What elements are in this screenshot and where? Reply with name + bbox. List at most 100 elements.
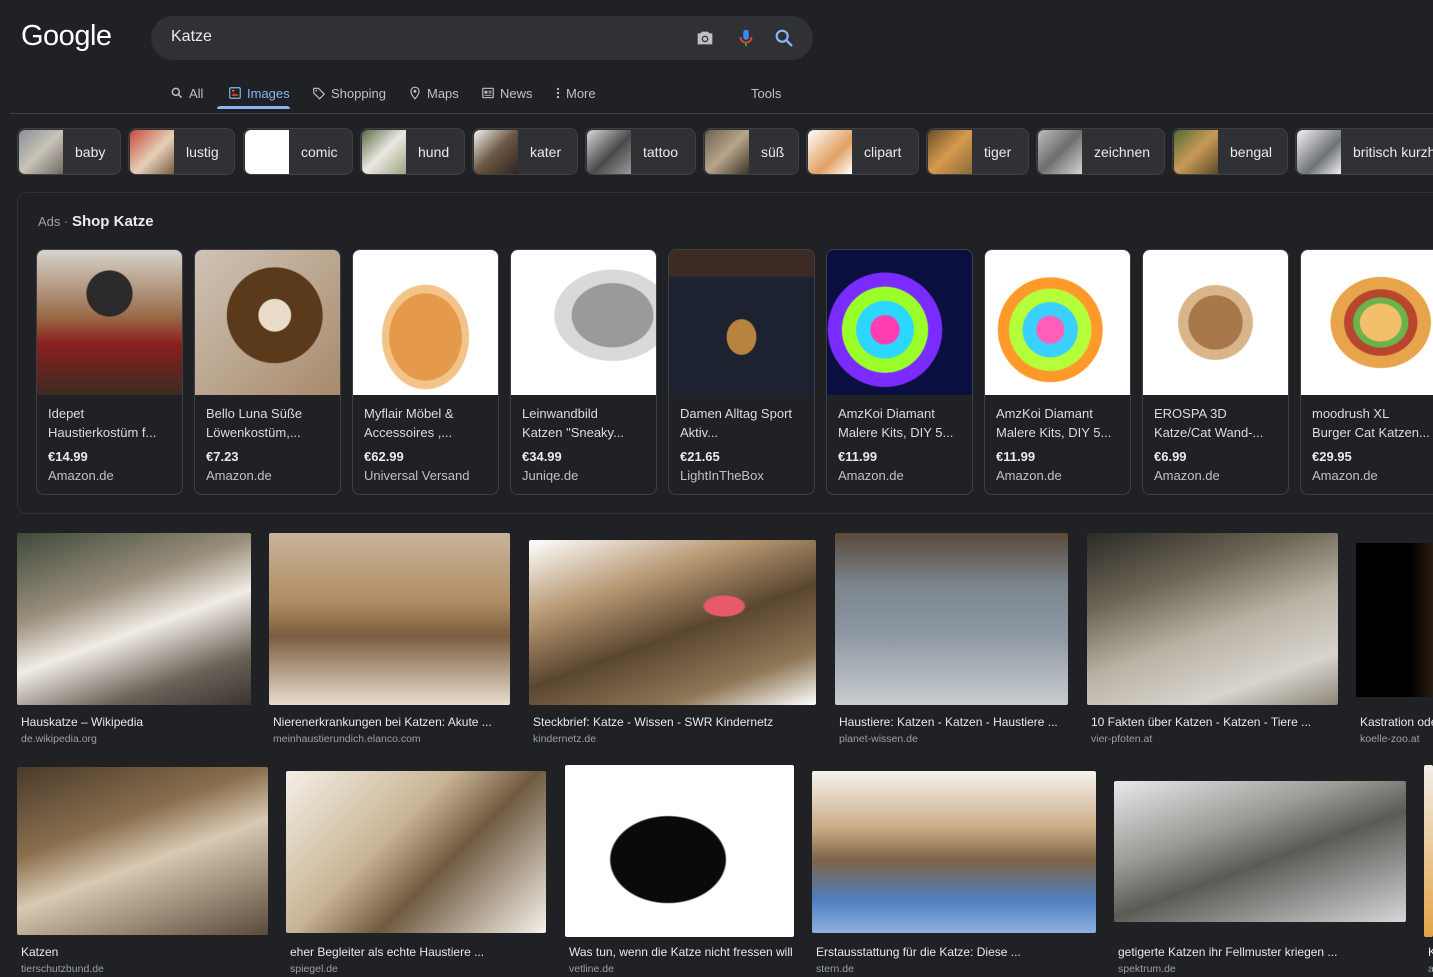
product-price: €29.95 bbox=[1312, 449, 1352, 464]
image-result[interactable]: eher Begleiter als echte Haustiere ... s… bbox=[286, 771, 546, 977]
result-title: eher Begleiter als echte Haustiere ... bbox=[290, 945, 485, 959]
chip-thumbnail bbox=[587, 129, 631, 174]
product-title: Idepet Haustierkostüm f... bbox=[48, 406, 157, 440]
chip-thumbnail bbox=[1297, 129, 1341, 174]
result-source: kindernetz.de bbox=[533, 733, 597, 745]
chip-clipart[interactable]: clipart bbox=[806, 128, 919, 175]
image-result[interactable]: K a bbox=[1424, 765, 1433, 977]
product-seller: Amazon.de bbox=[1312, 468, 1378, 483]
chip-tiger[interactable]: tiger bbox=[926, 128, 1029, 175]
product-seller: Amazon.de bbox=[206, 468, 272, 483]
chip-thumbnail bbox=[1038, 129, 1082, 174]
result-image bbox=[286, 771, 546, 933]
microphone-icon[interactable] bbox=[735, 27, 757, 49]
product-image bbox=[195, 250, 340, 395]
chip-britisch-kurzhaar[interactable]: britisch kurzhaar bbox=[1295, 128, 1433, 175]
result-title: Hauskatze – Wikipedia bbox=[21, 715, 144, 729]
chip-thumbnail bbox=[928, 129, 972, 174]
image-result[interactable]: Haustiere: Katzen - Katzen - Haustiere .… bbox=[835, 533, 1068, 748]
chip-thumbnail bbox=[808, 129, 852, 174]
chip-thumbnail bbox=[474, 129, 518, 174]
chip-bengal[interactable]: bengal bbox=[1172, 128, 1288, 175]
tab-images[interactable]: Images bbox=[228, 82, 290, 104]
camera-icon[interactable] bbox=[694, 27, 716, 49]
ad-card[interactable]: Bello Luna Süße Löwenkostüm,... €7.23 Ama… bbox=[194, 249, 341, 495]
google-logo[interactable]: Google bbox=[21, 20, 112, 53]
result-source: de.wikipedia.org bbox=[21, 733, 97, 745]
ad-card[interactable]: moodrush XL Burger Cat Katzen... €29.95 A… bbox=[1300, 249, 1433, 495]
image-result[interactable]: Nierenerkrankungen bei Katzen: Akute ...… bbox=[269, 533, 510, 748]
result-source: spektrum.de bbox=[1118, 963, 1176, 975]
product-price: €7.23 bbox=[206, 449, 239, 464]
product-image bbox=[985, 250, 1130, 395]
result-image bbox=[17, 533, 251, 705]
ad-card[interactable]: Leinwandbild Katzen "Sneaky... €34.99 Jun… bbox=[510, 249, 657, 495]
chip-suess[interactable]: süß bbox=[703, 128, 799, 175]
chip-hund[interactable]: hund bbox=[360, 128, 465, 175]
product-title: Bello Luna Süße Löwenkostüm,... bbox=[206, 406, 303, 440]
search-icon[interactable] bbox=[773, 27, 795, 49]
product-title: AmzKoi Diamant Malere Kits, DIY 5... bbox=[838, 406, 954, 440]
related-search-chips: baby lustig comic hund kater tattoo süß … bbox=[17, 128, 1433, 176]
product-image bbox=[1143, 250, 1288, 395]
result-title: Kastration oder bbox=[1360, 715, 1433, 729]
chip-zeichnen[interactable]: zeichnen bbox=[1036, 128, 1165, 175]
chip-thumbnail bbox=[19, 129, 63, 174]
product-title: AmzKoi Diamant Malere Kits, DIY 5... bbox=[996, 406, 1112, 440]
result-source: vetline.de bbox=[569, 963, 614, 975]
image-result[interactable]: Was tun, wenn die Katze nicht fressen wi… bbox=[565, 765, 794, 977]
tab-all[interactable]: All bbox=[170, 82, 203, 104]
ad-card[interactable]: AmzKoi Diamant Malere Kits, DIY 5... €11.… bbox=[826, 249, 973, 495]
chip-thumbnail bbox=[705, 129, 749, 174]
product-image bbox=[511, 250, 656, 395]
ad-card[interactable]: Idepet Haustierkostüm f... €14.99 Amazon.… bbox=[36, 249, 183, 495]
header: Google Katze bbox=[10, 4, 1433, 114]
product-title: EROSPA 3D Katze/Cat Wand-... bbox=[1154, 406, 1264, 440]
product-price: €21.65 bbox=[680, 449, 720, 464]
map-pin-icon bbox=[410, 86, 420, 100]
shopping-ads: Ads · Shop Katze Idepet Haustierkostüm f.… bbox=[17, 192, 1433, 514]
product-title: moodrush XL Burger Cat Katzen... bbox=[1312, 406, 1430, 440]
product-price: €14.99 bbox=[48, 449, 88, 464]
product-image bbox=[669, 250, 814, 395]
product-seller: Amazon.de bbox=[996, 468, 1062, 483]
product-image bbox=[827, 250, 972, 395]
result-title: 10 Fakten über Katzen - Katzen - Tiere .… bbox=[1091, 715, 1312, 729]
image-result[interactable]: getigerte Katzen ihr Fellmuster kriegen … bbox=[1114, 781, 1406, 977]
ad-card[interactable]: EROSPA 3D Katze/Cat Wand-... €6.99 Amazon… bbox=[1142, 249, 1289, 495]
result-title: Was tun, wenn die Katze nicht fressen wi… bbox=[569, 945, 793, 959]
chip-tattoo[interactable]: tattoo bbox=[585, 128, 696, 175]
search-input[interactable]: Katze bbox=[171, 28, 212, 46]
chip-comic[interactable]: comic bbox=[243, 128, 353, 175]
image-result[interactable]: Kastration oder koelle-zoo.at bbox=[1356, 543, 1433, 748]
image-result[interactable]: Steckbrief: Katze - Wissen - SWR Kindern… bbox=[529, 540, 816, 748]
tab-maps[interactable]: Maps bbox=[408, 82, 459, 104]
product-seller: Amazon.de bbox=[838, 468, 904, 483]
result-source: tierschutzbund.de bbox=[21, 963, 104, 975]
image-result[interactable]: 10 Fakten über Katzen - Katzen - Tiere .… bbox=[1087, 533, 1338, 748]
tab-news[interactable]: News bbox=[481, 82, 533, 104]
search-bar[interactable]: Katze bbox=[151, 16, 813, 60]
chip-kater[interactable]: kater bbox=[472, 128, 578, 175]
image-result[interactable]: Hauskatze – Wikipedia de.wikipedia.org bbox=[17, 533, 251, 748]
chip-lustig[interactable]: lustig bbox=[128, 128, 235, 175]
result-source: planet-wissen.de bbox=[839, 733, 918, 745]
chip-thumbnail bbox=[1174, 129, 1218, 174]
ad-card[interactable]: Myflair Möbel & Accessoires ,... €62.99 U… bbox=[352, 249, 499, 495]
product-title: Leinwandbild Katzen "Sneaky... bbox=[522, 406, 624, 440]
product-seller: LightInTheBox bbox=[680, 468, 764, 483]
tab-tools[interactable]: Tools bbox=[751, 82, 781, 104]
image-result[interactable]: Katzen tierschutzbund.de bbox=[17, 767, 268, 977]
image-result[interactable]: Erstausstattung für die Katze: Diese ...… bbox=[812, 771, 1096, 977]
result-title: Nierenerkrankungen bei Katzen: Akute ... bbox=[273, 715, 492, 729]
product-seller: Amazon.de bbox=[48, 468, 114, 483]
chip-baby[interactable]: baby bbox=[17, 128, 121, 175]
ad-card[interactable]: AmzKoi Diamant Malere Kits, DIY 5... €11.… bbox=[984, 249, 1131, 495]
ad-card[interactable]: Damen Alltag Sport Aktiv... €21.65 LightI… bbox=[668, 249, 815, 495]
product-price: €6.99 bbox=[1154, 449, 1187, 464]
tab-more[interactable]: More bbox=[555, 82, 596, 104]
product-seller: Amazon.de bbox=[1154, 468, 1220, 483]
chip-thumbnail bbox=[130, 129, 174, 174]
result-image bbox=[269, 533, 510, 705]
tab-shopping[interactable]: Shopping bbox=[312, 82, 386, 104]
